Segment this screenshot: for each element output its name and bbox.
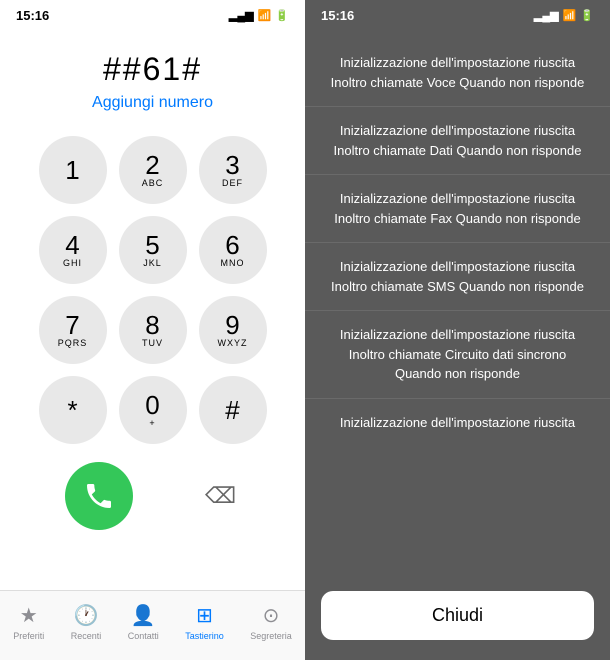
nav-label-recenti: Recenti [71, 631, 102, 641]
nav-item-preferiti[interactable]: ★ Preferiti [13, 603, 44, 641]
wifi-icon: 📶 [258, 9, 272, 22]
right-panel: 15:16 ▂▄▆ 📶 🔋 Inizializzazione dell'impo… [305, 0, 610, 660]
nav-item-recenti[interactable]: 🕐 Recenti [71, 603, 102, 641]
status-icons-left: ▂▄▆ 📶 🔋 [229, 9, 289, 22]
dial-code: ##61# [92, 51, 213, 88]
key-7[interactable]: 7PQRS [39, 296, 107, 364]
call-button[interactable] [65, 462, 133, 530]
close-btn-container: Chiudi [305, 581, 610, 660]
time-right: 15:16 [321, 8, 354, 23]
result-list: Inizializzazione dell'impostazione riusc… [305, 27, 610, 581]
key-4[interactable]: 4GHI [39, 216, 107, 284]
nav-icon-segreteria: ⊙ [263, 603, 280, 628]
key-1[interactable]: 1 [39, 136, 107, 204]
key-*[interactable]: * [39, 376, 107, 444]
nav-label-segreteria: Segreteria [250, 631, 292, 641]
result-item-3: Inizializzazione dell'impostazione riusc… [305, 243, 610, 311]
battery-icon-right: 🔋 [580, 9, 594, 22]
nav-item-segreteria[interactable]: ⊙ Segreteria [250, 603, 292, 641]
key-3[interactable]: 3DEF [199, 136, 267, 204]
nav-item-tastierino[interactable]: ⊞ Tastierino [185, 603, 224, 641]
result-item-4: Inizializzazione dell'impostazione riusc… [305, 311, 610, 399]
result-item-2: Inizializzazione dell'impostazione riusc… [305, 175, 610, 243]
nav-label-tastierino: Tastierino [185, 631, 224, 641]
nav-icon-recenti: 🕐 [74, 603, 99, 628]
key-6[interactable]: 6MNO [199, 216, 267, 284]
left-panel: 15:16 ▂▄▆ 📶 🔋 ##61# Aggiungi numero 12AB… [0, 0, 305, 660]
dial-display: ##61# Aggiungi numero [92, 51, 213, 112]
keypad: 12ABC3DEF 4GHI5JKL6MNO 7PQRS8TUV9WXYZ *0+# [39, 136, 267, 444]
nav-icon-preferiti: ★ [20, 603, 38, 628]
add-number-label[interactable]: Aggiungi numero [92, 94, 213, 112]
key-2[interactable]: 2ABC [119, 136, 187, 204]
result-item-0: Inizializzazione dell'impostazione riusc… [305, 39, 610, 107]
key-#[interactable]: # [199, 376, 267, 444]
delete-button[interactable]: ⌫ [201, 476, 241, 516]
phone-icon [83, 480, 115, 512]
result-item-5: Inizializzazione dell'impostazione riusc… [305, 399, 610, 447]
key-5[interactable]: 5JKL [119, 216, 187, 284]
signal-icon: ▂▄▆ [229, 9, 254, 22]
status-bar-left: 15:16 ▂▄▆ 📶 🔋 [0, 0, 305, 27]
close-button[interactable]: Chiudi [321, 591, 594, 640]
nav-label-contatti: Contatti [128, 631, 159, 641]
time-left: 15:16 [16, 8, 49, 23]
key-0[interactable]: 0+ [119, 376, 187, 444]
wifi-icon-right: 📶 [563, 9, 577, 22]
nav-item-contatti[interactable]: 👤 Contatti [128, 603, 159, 641]
key-8[interactable]: 8TUV [119, 296, 187, 364]
key-9[interactable]: 9WXYZ [199, 296, 267, 364]
status-bar-right: 15:16 ▂▄▆ 📶 🔋 [305, 0, 610, 27]
nav-icon-tastierino: ⊞ [196, 603, 213, 628]
nav-label-preferiti: Preferiti [13, 631, 44, 641]
status-icons-right: ▂▄▆ 📶 🔋 [534, 9, 594, 22]
battery-icon: 🔋 [275, 9, 289, 22]
result-item-1: Inizializzazione dell'impostazione riusc… [305, 107, 610, 175]
bottom-nav: ★ Preferiti 🕐 Recenti 👤 Contatti ⊞ Tastierino ⊙ S… [0, 590, 305, 660]
signal-icon-right: ▂▄▆ [534, 9, 559, 22]
dial-actions: ⌫ [43, 462, 263, 530]
nav-icon-contatti: 👤 [131, 603, 156, 628]
